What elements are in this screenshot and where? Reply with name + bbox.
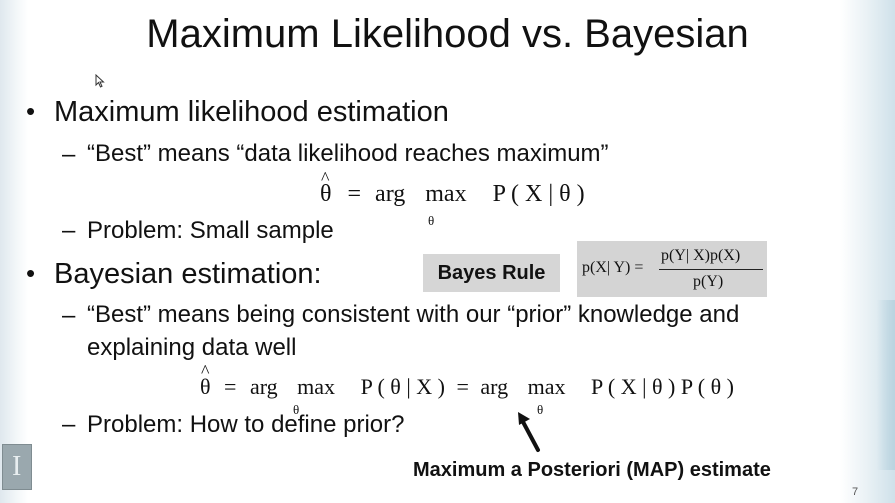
map-equation: θ = arg max P ( θ | X ) = arg max P ( X …: [200, 361, 734, 400]
bayes-definition-line2: explaining data well: [87, 334, 297, 361]
slide-title: Maximum Likelihood vs. Bayesian: [146, 12, 749, 56]
left-edge-decoration: [0, 0, 28, 503]
bayes-rule-numerator: p(Y| X)p(X): [661, 247, 741, 264]
page-number: 7: [852, 486, 859, 498]
bayes-definition-line1: “Best” means being consistent with our “…: [87, 301, 740, 328]
dash-marker: –: [62, 141, 76, 168]
bullet-dot: •: [26, 258, 36, 288]
bayes-rule-lhs: p(X| Y) =: [582, 259, 644, 276]
dash-marker: –: [62, 217, 76, 244]
dash-marker: –: [62, 411, 76, 438]
logo-i-icon: I: [12, 451, 22, 482]
mle-heading: Maximum likelihood estimation: [54, 96, 449, 128]
bayes-rule-label: Bayes Rule: [423, 254, 560, 292]
university-logo: I: [2, 444, 32, 490]
mle-max-subscript: θ: [428, 213, 435, 228]
arrow-up-left-icon: [518, 412, 540, 452]
mle-problem: Problem: Small sample: [87, 217, 334, 244]
bayes-heading: Bayesian estimation:: [54, 258, 322, 290]
mouse-cursor-icon: [95, 74, 105, 88]
map-estimate-label: Maximum a Posteriori (MAP) estimate: [413, 459, 771, 481]
mle-equation: θ = arg max P ( X | θ ): [320, 168, 585, 208]
mle-definition: “Best” means “data likelihood reaches ma…: [87, 140, 609, 167]
dash-marker: –: [62, 302, 76, 329]
right-edge-accent: [877, 300, 895, 470]
fraction-bar: [659, 269, 763, 270]
bayes-problem: Problem: How to define prior?: [87, 411, 405, 438]
theta-hat: θ: [320, 168, 332, 208]
bayes-rule-denominator: p(Y): [693, 273, 724, 290]
bullet-dot: •: [26, 96, 36, 126]
bayes-rule-formula: p(X| Y) = p(Y| X)p(X) p(Y): [577, 241, 767, 297]
theta-hat: θ: [200, 361, 211, 400]
